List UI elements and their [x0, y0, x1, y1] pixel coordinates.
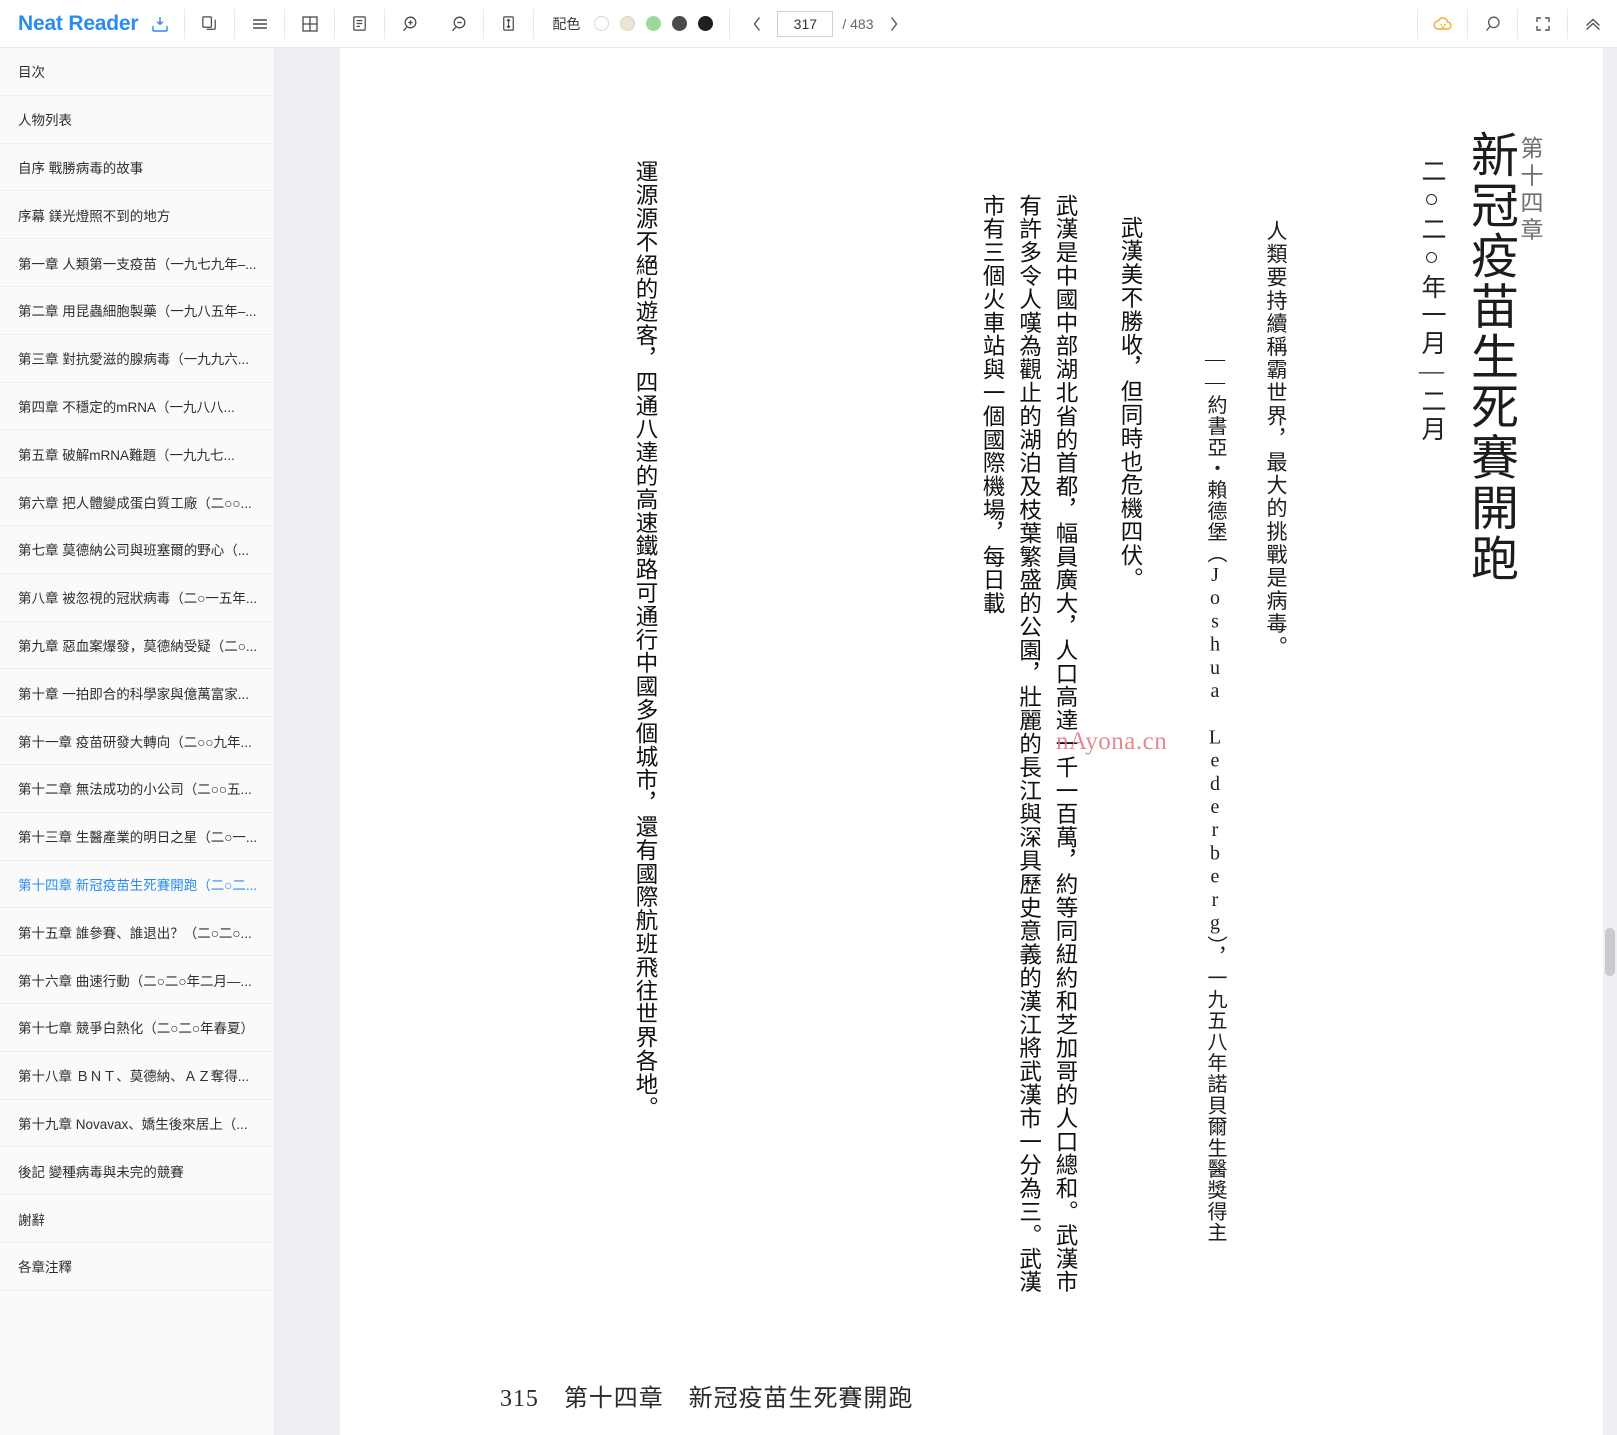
toc-label: 謝辭 — [18, 1212, 45, 1228]
toc-list: 目次 人物列表 自序 戰勝病毒的故事 序幕 鎂光燈照不到的地方 第一章 人類第一… — [0, 48, 274, 1291]
swatch-gray[interactable] — [672, 16, 688, 31]
sidebar-item-chapter-13[interactable]: 第十三章 生醫產業的明日之星（二○一... — [0, 813, 274, 861]
sidebar-item-chapter-5[interactable]: 第五章 破解mRNA難題（一九九七... — [0, 430, 274, 479]
toc-label: 第二章 用昆蟲細胞製藥（一九八五年–... — [18, 304, 257, 320]
swatch-green[interactable] — [646, 16, 662, 31]
toc-label: 序幕 鎂光燈照不到的地方 — [18, 208, 171, 224]
sidebar-item-chapter-16[interactable]: 第十六章 曲速行動（二○二○年二月—... — [0, 956, 274, 1004]
toc-label: 第十六章 曲速行動（二○二○年二月—... — [18, 973, 252, 989]
sidebar-item-chapter-8[interactable]: 第八章 被忽視的冠狀病毒（二○一五年... — [0, 574, 274, 622]
swatch-white[interactable] — [594, 16, 610, 31]
sidebar-item-characters[interactable]: 人物列表 — [0, 96, 274, 144]
sidebar-item-chapter-12[interactable]: 第十二章 無法成功的小公司（二○○五... — [0, 765, 274, 813]
toc-label: 目次 — [18, 65, 45, 81]
toc-label: 第十章 一拍即合的科學家與億萬富家... — [18, 686, 250, 702]
previous-page-button[interactable] — [746, 9, 768, 39]
vertical-scrollbar[interactable] — [1603, 48, 1617, 1435]
sidebar-item-chapter-2[interactable]: 第二章 用昆蟲細胞製藥（一九八五年–... — [0, 287, 274, 335]
toc-label: 第十一章 疫苗研發大轉向（二○○九年... — [18, 734, 252, 750]
neat-reader-app: Neat Reader 配色 317 / 483 目次 人物列表 自序 戰勝病毒… — [0, 0, 1617, 1435]
toolbar-icon-group — [185, 0, 533, 48]
sidebar-item-notes[interactable]: 各章注釋 — [0, 1243, 274, 1291]
toc-label: 第十三章 生醫產業的明日之星（二○一... — [18, 830, 258, 846]
swatch-cream[interactable] — [620, 16, 636, 31]
sidebar-item-chapter-18[interactable]: 第十八章 ＢＮＴ、莫德納、ＡＺ奪得... — [0, 1052, 274, 1100]
notes-icon[interactable] — [335, 0, 384, 48]
toc-label: 第十七章 競爭白熱化（二○二○年春夏） — [18, 1021, 255, 1037]
toc-label: 第一章 人類第一支疫苗（一九七九年–... — [18, 256, 257, 272]
sidebar-item-chapter-10[interactable]: 第十章 一拍即合的科學家與億萬富家... — [0, 669, 274, 718]
toc-label: 第十九章 Novavax、嬌生後來居上（... — [18, 1116, 248, 1132]
sidebar-item-epilogue[interactable]: 後記 變種病毒與未完的競賽 — [0, 1147, 274, 1196]
toc-label: 第六章 把人體變成蛋白質工廠（二○○... — [18, 495, 252, 511]
epigraph-quote: 人類要持續稱霸世界，最大的挑戰是病毒。 — [1264, 220, 1288, 659]
sidebar-item-acknowledgements[interactable]: 謝辭 — [0, 1195, 274, 1243]
toc-label: 第十四章 新冠疫苗生死賽開跑（二○二... — [18, 877, 258, 893]
brand: Neat Reader — [0, 0, 184, 48]
epigraph-attribution: ——約書亞・賴德堡（Joshua Lederberg），一九五八年諾貝爾生醫獎得… — [1204, 348, 1226, 1244]
page-navigation: / 483 — [730, 0, 916, 48]
main-area: 目次 人物列表 自序 戰勝病毒的故事 序幕 鎂光燈照不到的地方 第一章 人類第一… — [0, 48, 1617, 1435]
toc-label: 第七章 莫德納公司與班塞爾的野心（... — [18, 543, 250, 559]
sidebar-item-prologue[interactable]: 序幕 鎂光燈照不到的地方 — [0, 191, 274, 240]
menu-icon[interactable] — [235, 0, 284, 48]
scrollbar-thumb[interactable] — [1605, 928, 1615, 976]
sidebar-item-chapter-15[interactable]: 第十五章 誰參賽、誰退出？（二○二○... — [0, 908, 274, 957]
sidebar-item-chapter-11[interactable]: 第十一章 疫苗研發大轉向（二○○九年... — [0, 717, 274, 765]
reader-page: 第十四章 新冠疫苗生死賽開跑 二○二○年一月—二月 人類要持續稱霸世界，最大的挑… — [340, 48, 1603, 1435]
toc-label: 第三章 對抗愛滋的腺病毒（一九九六... — [18, 352, 250, 368]
toc-label: 各章注釋 — [18, 1260, 72, 1276]
line-height-icon[interactable] — [484, 0, 533, 48]
sidebar-toc[interactable]: 目次 人物列表 自序 戰勝病毒的故事 序幕 鎂光燈照不到的地方 第一章 人類第一… — [0, 48, 275, 1435]
sidebar-item-contents[interactable]: 目次 — [0, 48, 274, 96]
toc-label: 第十八章 ＢＮＴ、莫德納、ＡＺ奪得... — [18, 1069, 250, 1085]
app-title: Neat Reader — [18, 11, 139, 35]
swatch-black[interactable] — [698, 16, 714, 31]
toc-label: 自序 戰勝病毒的故事 — [18, 160, 144, 176]
chapter-date: 二○二○年一月—二月 — [1418, 158, 1445, 444]
sidebar-item-chapter-3[interactable]: 第三章 對抗愛滋的腺病毒（一九九六... — [0, 335, 274, 383]
search-icon[interactable] — [1468, 0, 1517, 48]
grid-layout-icon[interactable] — [285, 0, 334, 48]
toc-label: 第十五章 誰參賽、誰退出？（二○二○... — [18, 925, 252, 941]
sidebar-item-chapter-14[interactable]: 第十四章 新冠疫苗生死賽開跑（二○二... — [0, 861, 274, 909]
page-footer: 315 第十四章 新冠疫苗生死賽開跑 — [500, 1386, 914, 1412]
total-pages-label: / 483 — [842, 15, 874, 32]
fullscreen-icon[interactable] — [1518, 0, 1567, 48]
toc-label: 第四章 不穩定的mRNA（一九八八... — [18, 399, 235, 415]
sidebar-item-preface[interactable]: 自序 戰勝病毒的故事 — [0, 144, 274, 192]
page-number-input[interactable] — [777, 10, 834, 37]
toc-label: 第五章 破解mRNA難題（一九九七... — [18, 447, 235, 463]
color-scheme-label: 配色 — [552, 15, 581, 32]
sidebar-item-chapter-19[interactable]: 第十九章 Novavax、嬌生後來居上（... — [0, 1100, 274, 1148]
save-to-shelf-icon[interactable] — [150, 0, 170, 48]
next-page-button[interactable] — [883, 9, 905, 39]
cloud-sync-icon[interactable] — [1418, 0, 1467, 48]
body-paragraph-1: 武漢美不勝收，但同時也危機四伏。 — [1118, 216, 1143, 591]
sidebar-item-chapter-6[interactable]: 第六章 把人體變成蛋白質工廠（二○○... — [0, 478, 274, 526]
color-scheme-picker: 配色 — [534, 0, 729, 48]
sidebar-item-chapter-17[interactable]: 第十七章 競爭白熱化（二○二○年春夏） — [0, 1004, 274, 1052]
sidebar-item-chapter-9[interactable]: 第九章 惡血案爆發，莫德納受疑（二○... — [0, 622, 274, 670]
page-gutter — [275, 48, 340, 1435]
body-paragraph-2: 武漢是中國中部湖北省的首都，幅員廣大，人口高達一千一百萬，約等同紐約和芝加哥的人… — [980, 194, 1078, 1294]
toc-label: 人物列表 — [18, 113, 72, 129]
copy-icon[interactable] — [185, 0, 234, 48]
page-content: 第十四章 新冠疫苗生死賽開跑 二○二○年一月—二月 人類要持續稱霸世界，最大的挑… — [340, 48, 1603, 1435]
collapse-toolbar-icon[interactable] — [1568, 0, 1617, 48]
sidebar-item-chapter-1[interactable]: 第一章 人類第一支疫苗（一九七九年–... — [0, 239, 274, 287]
toolbar: Neat Reader 配色 317 / 483 — [0, 0, 1617, 48]
toc-label: 第八章 被忽視的冠狀病毒（二○一五年... — [18, 591, 258, 607]
toc-label: 後記 變種病毒與未完的競賽 — [18, 1164, 184, 1180]
body-paragraph-3: 運源源不絕的遊客，四通八達的高速鐵路可通行中國多個城市，還有國際航班飛往世界各地… — [633, 160, 658, 1120]
page-title: 新冠疫苗生死賽開跑 — [1463, 130, 1516, 584]
zoom-in-icon[interactable] — [385, 0, 434, 48]
toc-label: 第九章 惡血案爆發，莫德納受疑（二○... — [18, 638, 258, 654]
zoom-out-icon[interactable] — [434, 0, 483, 48]
toc-label: 第十二章 無法成功的小公司（二○○五... — [18, 782, 252, 798]
sidebar-item-chapter-7[interactable]: 第七章 莫德納公司與班塞爾的野心（... — [0, 526, 274, 574]
sidebar-item-chapter-4[interactable]: 第四章 不穩定的mRNA（一九八八... — [0, 383, 274, 431]
